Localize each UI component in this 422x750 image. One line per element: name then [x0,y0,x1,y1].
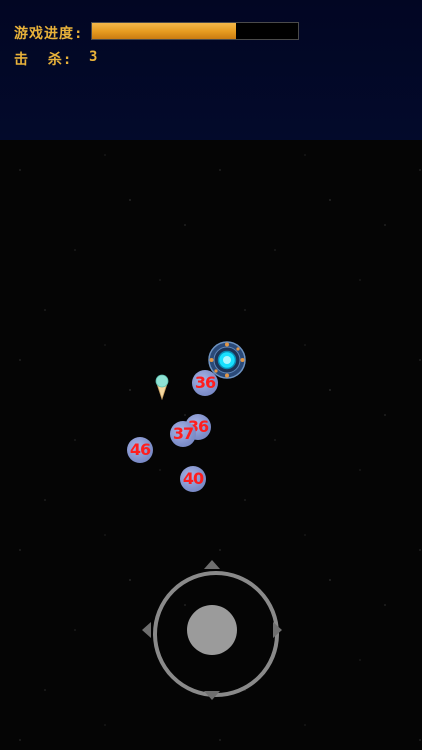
arrow-left-icon [142,622,151,638]
enemy-number: 40 [182,469,204,488]
arrow-right-icon [273,622,282,638]
joystick-knob[interactable] [187,605,237,655]
progress-label: 游戏进度: [14,26,84,42]
hud-panel: 游戏进度: 击 杀: 3 [0,0,422,140]
game-screen: 游戏进度: 击 杀: 3 36 36 37 46 40 [0,0,422,750]
kills-label: 击 杀: [14,52,73,68]
arrow-down-icon [204,691,220,700]
arrow-up-icon [204,560,220,569]
enemy-number: 37 [172,424,194,443]
enemy-number: 36 [194,373,216,392]
progress-bar-fill [92,23,237,39]
enemy-ball: 36 [192,370,218,396]
ice-cream-icon [155,374,169,400]
enemy-ball: 46 [127,437,153,463]
enemy-number: 46 [129,440,151,459]
enemy-ball: 40 [180,466,206,492]
progress-bar [91,22,299,40]
kills-count: 3 [89,49,99,65]
enemy-ball: 37 [170,421,196,447]
